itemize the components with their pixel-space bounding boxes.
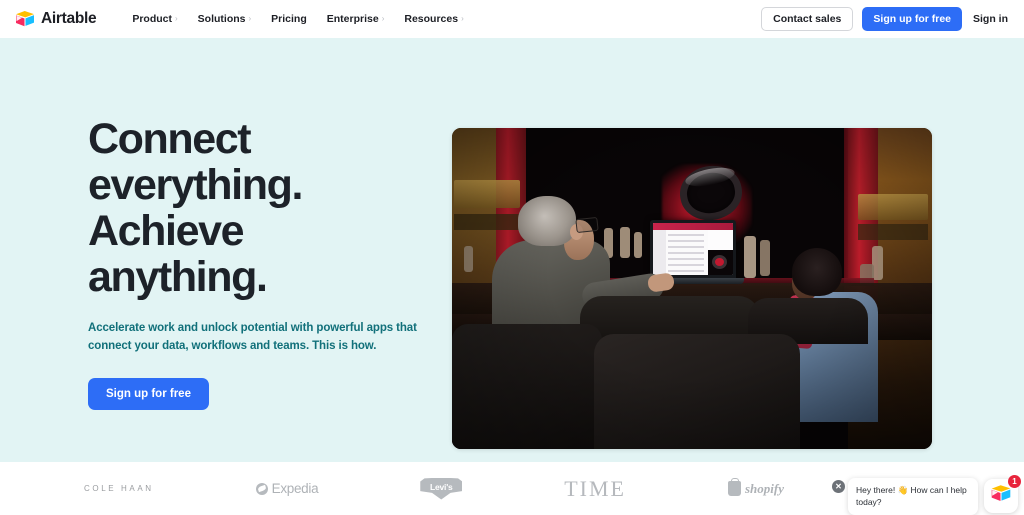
expedia-globe-icon <box>255 482 268 495</box>
hero-heading: Connect everything. Achieve anything. <box>88 116 438 300</box>
brand-logo-expedia: Expedia <box>255 481 319 496</box>
brand-logo-shopify-text: shopify <box>744 480 784 496</box>
brand-logo-expedia-text: Expedia <box>271 481 319 496</box>
brand-logo-levis-text: Levi's <box>429 481 453 492</box>
nav-item-solutions[interactable]: Solutions › <box>188 7 262 31</box>
nav-item-enterprise-label: Enterprise <box>326 13 379 25</box>
sign-in-link[interactable]: Sign in <box>971 9 1010 29</box>
nav-left-group: Airtable Product › Solutions › Pricing E… <box>0 7 474 31</box>
nav-item-enterprise[interactable]: Enterprise › <box>317 7 395 31</box>
nav-links: Product › Solutions › Pricing Enterprise… <box>122 7 473 31</box>
hero-signup-button[interactable]: Sign up for free <box>88 377 209 410</box>
hero-heading-line-4: anything. <box>88 253 268 301</box>
chat-unread-badge: 1 <box>1008 475 1021 488</box>
airtable-homepage: Airtable Product › Solutions › Pricing E… <box>0 0 1024 515</box>
hero-heading-line-1: Connect <box>88 115 252 163</box>
shopify-bag-icon <box>727 478 741 496</box>
hero-heading-line-2: everything. <box>88 161 303 209</box>
brand-logo-levis: Levi's <box>420 477 463 500</box>
nav-item-resources[interactable]: Resources › <box>394 7 473 31</box>
chevron-right-icon: › <box>461 14 464 23</box>
chat-close-icon[interactable]: ✕ <box>832 480 845 493</box>
nav-signup-button[interactable]: Sign up for free <box>862 7 962 31</box>
nav-item-product-label: Product <box>132 13 172 25</box>
image-vignette <box>452 128 932 449</box>
nav-item-pricing[interactable]: Pricing <box>261 7 317 31</box>
brand-logo-shopify: shopify <box>727 478 784 497</box>
airtable-logo-icon <box>14 10 36 28</box>
customer-logo-list: COLE HAAN Expedia Levi's TIME shopify <box>84 476 784 502</box>
airtable-logo-text: Airtable <box>41 10 97 27</box>
brand-logo-cole-haan: COLE HAAN <box>84 484 154 493</box>
chevron-right-icon: › <box>381 14 385 23</box>
hero-subheading: Accelerate work and unlock potential wit… <box>88 322 417 352</box>
contact-sales-button[interactable]: Contact sales <box>761 7 854 31</box>
airtable-logo-icon <box>990 484 1012 508</box>
hero-section: Connect everything. Achieve anything. Ac… <box>0 38 1024 462</box>
hero-heading-line-3: Achieve <box>88 207 245 255</box>
brand-logo-cole-haan-text: COLE HAAN <box>84 484 154 493</box>
hero-copy: Connect everything. Achieve anything. Ac… <box>88 116 438 410</box>
hero-image <box>452 128 932 449</box>
chevron-right-icon: › <box>248 14 252 23</box>
nav-right-group: Contact sales Sign up for free Sign in <box>761 7 1024 31</box>
chevron-right-icon: › <box>174 14 178 23</box>
nav-item-product[interactable]: Product › <box>122 7 187 31</box>
nav-item-resources-label: Resources <box>404 13 459 25</box>
brand-logo-time: TIME <box>564 476 626 502</box>
top-navigation-bar: Airtable Product › Solutions › Pricing E… <box>0 0 1024 38</box>
chat-greeting-bubble[interactable]: Hey there! 👋 How can I help today? <box>848 478 978 515</box>
brand-logo-time-text: TIME <box>564 475 626 501</box>
chat-launcher-button[interactable]: 1 <box>984 475 1021 513</box>
levis-batwing-icon: Levi's <box>420 477 463 500</box>
airtable-logo-link[interactable]: Airtable <box>14 10 97 28</box>
nav-item-solutions-label: Solutions <box>197 13 246 25</box>
nav-item-pricing-label: Pricing <box>271 13 307 25</box>
